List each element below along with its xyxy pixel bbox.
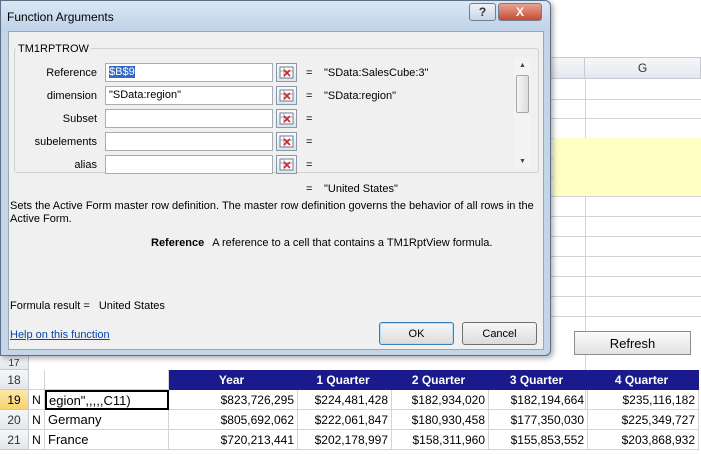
- equals-sign: =: [306, 90, 313, 102]
- arg-label-subset: Subset: [62, 113, 97, 125]
- help-button[interactable]: ?: [469, 3, 496, 21]
- cell[interactable]: $180,930,458: [392, 410, 489, 430]
- collapse-dialog-icon[interactable]: [276, 109, 297, 128]
- cell[interactable]: N: [29, 410, 45, 430]
- formula-result: Formula result = United States: [10, 300, 165, 312]
- collapse-dialog-icon[interactable]: [276, 63, 297, 82]
- scroll-down-icon[interactable]: ▼: [514, 154, 531, 168]
- table-row: 21 N France $720,213,441 $202,178,997 $1…: [0, 430, 701, 450]
- cancel-button[interactable]: Cancel: [462, 322, 537, 345]
- row-number[interactable]: 21: [0, 430, 29, 450]
- equals-sign: =: [306, 183, 313, 195]
- arg-result-reference: "SData:SalesCube:3": [324, 67, 429, 79]
- row-number[interactable]: 20: [0, 410, 29, 430]
- column-title-q1[interactable]: 1 Quarter: [298, 370, 392, 390]
- function-description: Sets the Active Form master row definiti…: [10, 200, 534, 225]
- cell[interactable]: [45, 370, 169, 390]
- cell[interactable]: N: [29, 430, 45, 450]
- formula-result-value: United States: [98, 300, 165, 312]
- function-name: TM1RPTROW: [16, 43, 91, 55]
- function-result: "United States": [324, 183, 398, 195]
- cell[interactable]: [29, 370, 45, 390]
- arg-label-dimension: dimension: [46, 90, 97, 102]
- sheet-header-row: 18 Year 1 Quarter 2 Quarter 3 Quarter 4 …: [0, 370, 701, 390]
- row-number[interactable]: 18: [0, 370, 29, 390]
- equals-sign: =: [306, 67, 313, 79]
- cell[interactable]: N: [29, 390, 45, 410]
- reference-input[interactable]: $B$9: [105, 63, 273, 82]
- dimension-input[interactable]: "SData:region": [105, 86, 273, 105]
- cell[interactable]: $203,868,932: [588, 430, 699, 450]
- equals-sign: =: [306, 159, 313, 171]
- active-cell[interactable]: egion",,,,,C11): [45, 390, 169, 410]
- dialog-body: TM1RPTROW Reference $B$9 = "SData:SalesC…: [8, 31, 544, 350]
- cell[interactable]: $235,116,182: [588, 390, 699, 410]
- cell[interactable]: $222,061,847: [298, 410, 392, 430]
- alias-input[interactable]: [105, 155, 273, 174]
- row-number[interactable]: 19: [0, 390, 29, 410]
- column-header[interactable]: [551, 57, 585, 79]
- row-number[interactable]: 17: [0, 355, 29, 370]
- formula-result-label: Formula result =: [10, 300, 90, 312]
- column-header-g[interactable]: G: [585, 57, 701, 79]
- cell[interactable]: France: [45, 430, 169, 450]
- cell[interactable]: $158,311,960: [392, 430, 489, 450]
- equals-sign: =: [306, 136, 313, 148]
- argument-description: A reference to a cell that contains a TM…: [212, 237, 493, 249]
- arg-label-reference: Reference: [46, 67, 97, 79]
- cell[interactable]: $823,726,295: [169, 390, 298, 410]
- equals-sign: =: [306, 113, 313, 125]
- sheet-row-17: 17: [0, 355, 701, 370]
- subelements-input[interactable]: [105, 132, 273, 151]
- arg-label-alias: alias: [74, 159, 97, 171]
- argument-name: Reference: [151, 237, 205, 249]
- dialog-title: Function Arguments: [7, 10, 114, 24]
- cell[interactable]: $224,481,428: [298, 390, 392, 410]
- column-title-q3[interactable]: 3 Quarter: [489, 370, 588, 390]
- cell[interactable]: $182,934,020: [392, 390, 489, 410]
- arg-label-subelements: subelements: [34, 136, 97, 148]
- ok-button[interactable]: OK: [379, 322, 454, 345]
- column-title-q2[interactable]: 2 Quarter: [392, 370, 489, 390]
- table-row: 20 N Germany $805,692,062 $222,061,847 $…: [0, 410, 701, 430]
- dialog-titlebar[interactable]: Function Arguments ? X: [1, 1, 550, 31]
- arg-result-dimension: "SData:region": [324, 90, 397, 102]
- cell[interactable]: $225,349,727: [588, 410, 699, 430]
- arguments-scrollbar[interactable]: ▲ ▼: [514, 58, 531, 168]
- cell[interactable]: $202,178,997: [298, 430, 392, 450]
- refresh-button[interactable]: Refresh: [574, 331, 691, 355]
- close-button[interactable]: X: [498, 3, 542, 21]
- table-row: 19 N egion",,,,,C11) $823,726,295 $224,4…: [0, 390, 701, 410]
- cell[interactable]: Germany: [45, 410, 169, 430]
- cell[interactable]: $182,194,664: [489, 390, 588, 410]
- highlighted-cells: [553, 138, 701, 196]
- collapse-dialog-icon[interactable]: [276, 132, 297, 151]
- subset-input[interactable]: [105, 109, 273, 128]
- scroll-up-icon[interactable]: ▲: [514, 58, 531, 72]
- collapse-dialog-icon[interactable]: [276, 155, 297, 174]
- function-arguments-dialog: Function Arguments ? X TM1RPTROW Referen…: [0, 0, 551, 356]
- cell[interactable]: $177,350,030: [489, 410, 588, 430]
- cell[interactable]: $720,213,441: [169, 430, 298, 450]
- collapse-dialog-icon[interactable]: [276, 86, 297, 105]
- cell[interactable]: $805,692,062: [169, 410, 298, 430]
- scroll-thumb[interactable]: [516, 75, 529, 113]
- argument-help: Reference A reference to a cell that cont…: [151, 237, 492, 249]
- column-title-q4[interactable]: 4 Quarter: [588, 370, 699, 390]
- cell[interactable]: $155,853,552: [489, 430, 588, 450]
- column-title-year[interactable]: Year: [169, 370, 298, 390]
- help-link[interactable]: Help on this function: [10, 329, 110, 341]
